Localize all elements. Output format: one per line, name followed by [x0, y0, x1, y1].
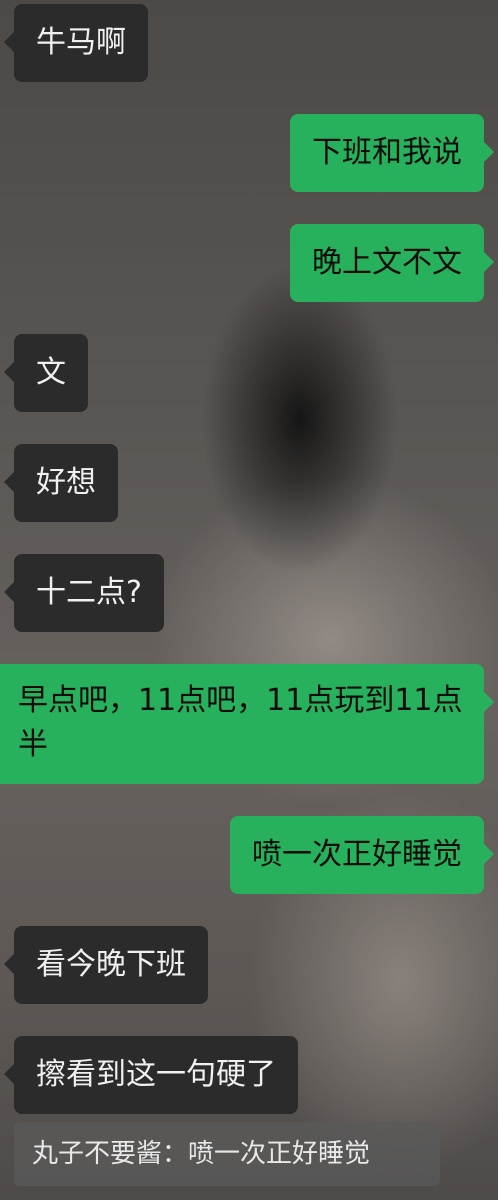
message-row-received: 牛马啊: [0, 4, 498, 84]
message-bubble-sent[interactable]: 晚上文不文: [290, 224, 494, 302]
message-bubble-received[interactable]: 好想: [4, 444, 118, 522]
message-bubble-received[interactable]: 看今晚下班: [4, 926, 208, 1004]
message-bubble-received[interactable]: 牛马啊: [4, 4, 148, 82]
message-bubble-received[interactable]: 文: [4, 334, 88, 412]
message-bubble-sent[interactable]: 早点吧，11点吧，11点玩到11点半: [0, 664, 494, 784]
message-bubble-sent[interactable]: 喷一次正好睡觉: [230, 816, 494, 894]
message-bubble-sent[interactable]: 下班和我说: [290, 114, 494, 192]
message-bubble-received[interactable]: 擦看到这一句硬了: [4, 1036, 298, 1114]
quoted-reply[interactable]: 丸子不要酱：喷一次正好睡觉: [14, 1122, 440, 1186]
message-bubble-received[interactable]: 十二点?: [4, 554, 164, 632]
